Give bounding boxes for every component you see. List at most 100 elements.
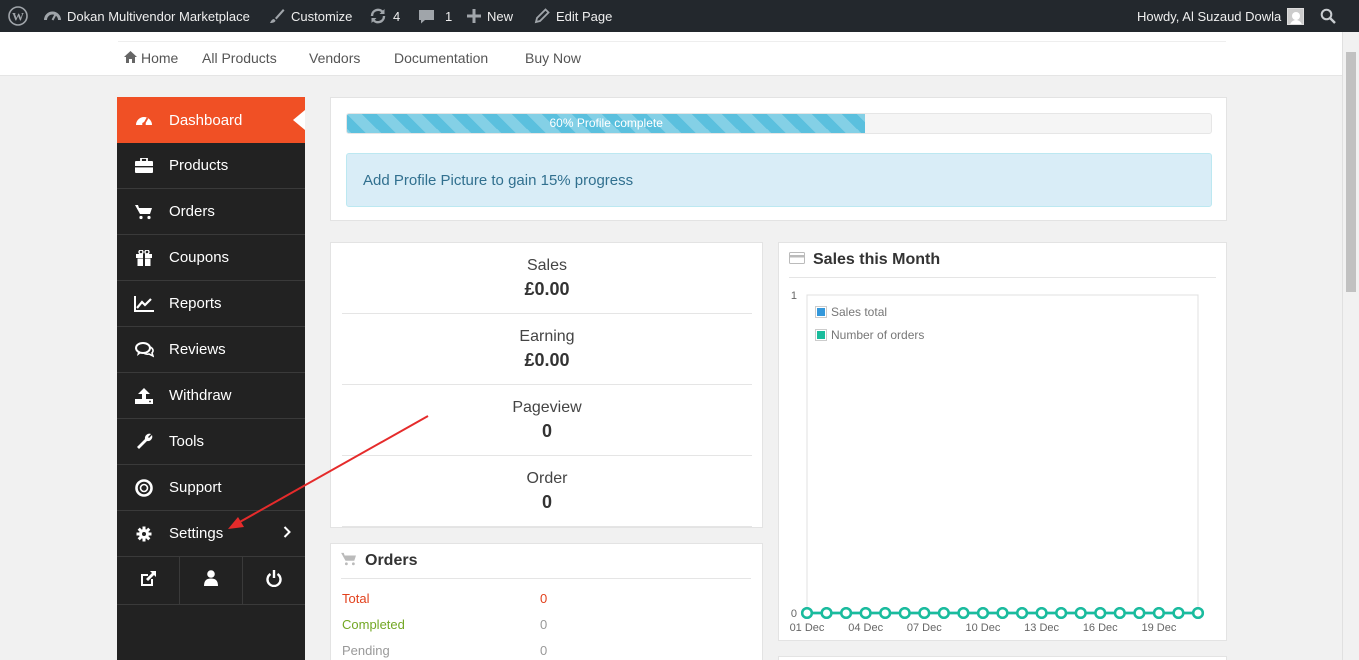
sidebar-item-label: Dashboard [169, 111, 243, 129]
data-point [1074, 606, 1087, 620]
updates-count: 4 [393, 8, 401, 24]
brush-icon [269, 8, 285, 24]
sidebar-item-label: Products [169, 157, 229, 174]
sidebar-item-coupons[interactable]: Coupons [117, 235, 305, 281]
chevron-right-icon [283, 525, 291, 543]
stat-pageview: Pageview 0 [342, 385, 752, 456]
main-navigation: Home All Products Vendors Documentation … [0, 32, 1342, 76]
orders-panel-header: Orders [341, 544, 751, 579]
site-name-label: Dokan Multivendor Marketplace [67, 8, 250, 24]
logout-button[interactable] [243, 557, 305, 604]
visit-store-button[interactable] [117, 557, 180, 604]
sidebar-item-label: Tools [169, 433, 205, 450]
dashboard-sidebar: Dashboard Products Orders Coupons Report… [117, 97, 305, 660]
plus-icon [467, 9, 481, 23]
data-point [1152, 606, 1165, 620]
wordpress-logo-icon[interactable]: W [8, 0, 28, 32]
sidebar-item-tools[interactable]: Tools [117, 419, 305, 465]
data-point [840, 606, 853, 620]
stat-order: Order 0 [342, 456, 752, 527]
sidebar-item-reports[interactable]: Reports [117, 281, 305, 327]
sales-chart-panel: Sales this Month 0 1 01 Dec 04 Dec 07 Dec 10 … [778, 242, 1227, 641]
nav-home[interactable]: Home [124, 50, 178, 66]
order-status-count: 0 [540, 616, 548, 632]
site-name-link[interactable]: Dokan Multivendor Marketplace [44, 0, 250, 32]
order-status-label: Completed [342, 616, 405, 632]
sidebar-item-settings[interactable]: Settings [117, 511, 305, 557]
x-tick-label: 19 Dec [1141, 622, 1176, 634]
scrollbar-thumb[interactable] [1346, 52, 1356, 292]
profile-tip-alert: Add Profile Picture to gain 15% progress [346, 153, 1212, 207]
nav-buy-now[interactable]: Buy Now [525, 50, 581, 66]
stat-earning: Earning £0.00 [342, 314, 752, 385]
data-point [1191, 606, 1205, 620]
order-status-count: 0 [540, 642, 548, 658]
order-status-label: Total [342, 590, 370, 606]
home-icon [124, 50, 137, 66]
edit-account-button[interactable] [180, 557, 243, 604]
search-icon[interactable] [1320, 0, 1336, 32]
data-point [859, 606, 872, 620]
new-content-link[interactable]: New [467, 0, 513, 32]
legend-sales-total[interactable]: Sales total [815, 305, 887, 319]
avatar [1287, 7, 1305, 25]
credit-card-icon [789, 251, 805, 269]
svg-text:W: W [12, 10, 24, 24]
customize-link[interactable]: Customize [269, 0, 352, 32]
sidebar-item-orders[interactable]: Orders [117, 189, 305, 235]
edit-page-link[interactable]: Edit Page [534, 0, 612, 32]
sidebar-item-label: Withdraw [169, 387, 232, 404]
sidebar-item-products[interactable]: Products [117, 143, 305, 189]
wrench-icon [133, 433, 155, 450]
sidebar-item-dashboard[interactable]: Dashboard [117, 97, 305, 143]
dashboard-stats-panel: Sales £0.00 Earning £0.00 Pageview 0 Ord… [330, 242, 763, 528]
plot-area-frame [806, 294, 1199, 614]
next-panel-edge [778, 656, 1227, 660]
edit-page-label: Edit Page [556, 8, 613, 24]
customize-label: Customize [291, 8, 353, 24]
gear-icon [133, 526, 155, 542]
x-tick-label: 16 Dec [1083, 622, 1118, 634]
y-tick-label: 0 [791, 608, 797, 620]
sidebar-item-label: Coupons [169, 249, 230, 266]
external-link-icon [140, 570, 157, 592]
stat-value: 0 [541, 492, 552, 512]
sidebar-item-withdraw[interactable]: Withdraw [117, 373, 305, 419]
profile-tip-text[interactable]: Add Profile Picture to gain 15% progress [363, 172, 633, 189]
legend-swatch [815, 329, 827, 341]
stat-label: Pageview [512, 399, 582, 416]
dashboard-icon [133, 112, 155, 128]
my-account-link[interactable]: Howdy, Al Suzaud Dowla [1137, 0, 1305, 32]
comment-bubble-icon [418, 8, 435, 25]
order-row-total[interactable]: Total 0 [342, 585, 752, 611]
profile-progress: 60% Profile complete [346, 113, 1212, 134]
page-scrollbar[interactable] [1342, 32, 1359, 660]
data-point [1016, 606, 1029, 620]
upload-icon [133, 387, 155, 404]
stat-value: £0.00 [524, 279, 570, 299]
nav-vendors[interactable]: Vendors [309, 50, 360, 66]
legend-number-of-orders[interactable]: Number of orders [815, 328, 924, 342]
nav-documentation[interactable]: Documentation [394, 50, 488, 66]
new-label: New [487, 8, 514, 24]
sales-chart: 0 1 01 Dec 04 Dec 07 Dec 10 Dec 13 Dec 16 Dec 19… [779, 283, 1228, 643]
gift-icon [133, 249, 155, 266]
sidebar-item-support[interactable]: Support [117, 465, 305, 511]
comments-count: 1 [445, 8, 453, 24]
nav-all-products[interactable]: All Products [202, 50, 277, 66]
order-row-pending[interactable]: Pending 0 [342, 637, 752, 660]
comments-link[interactable]: 1 [418, 0, 452, 32]
nav-divider [118, 41, 1226, 42]
order-row-completed[interactable]: Completed 0 [342, 611, 752, 637]
sales-panel-title: Sales this Month [813, 251, 941, 268]
profile-progress-bar: 60% Profile complete [347, 114, 866, 133]
user-icon [204, 570, 218, 591]
data-point [820, 606, 833, 620]
line-chart-icon [133, 295, 155, 312]
briefcase-icon [133, 158, 155, 173]
data-point [957, 606, 970, 620]
stat-sales: Sales £0.00 [342, 243, 752, 314]
sidebar-item-label: Reports [169, 295, 222, 312]
updates-link[interactable]: 4 [369, 0, 400, 32]
sidebar-item-reviews[interactable]: Reviews [117, 327, 305, 373]
